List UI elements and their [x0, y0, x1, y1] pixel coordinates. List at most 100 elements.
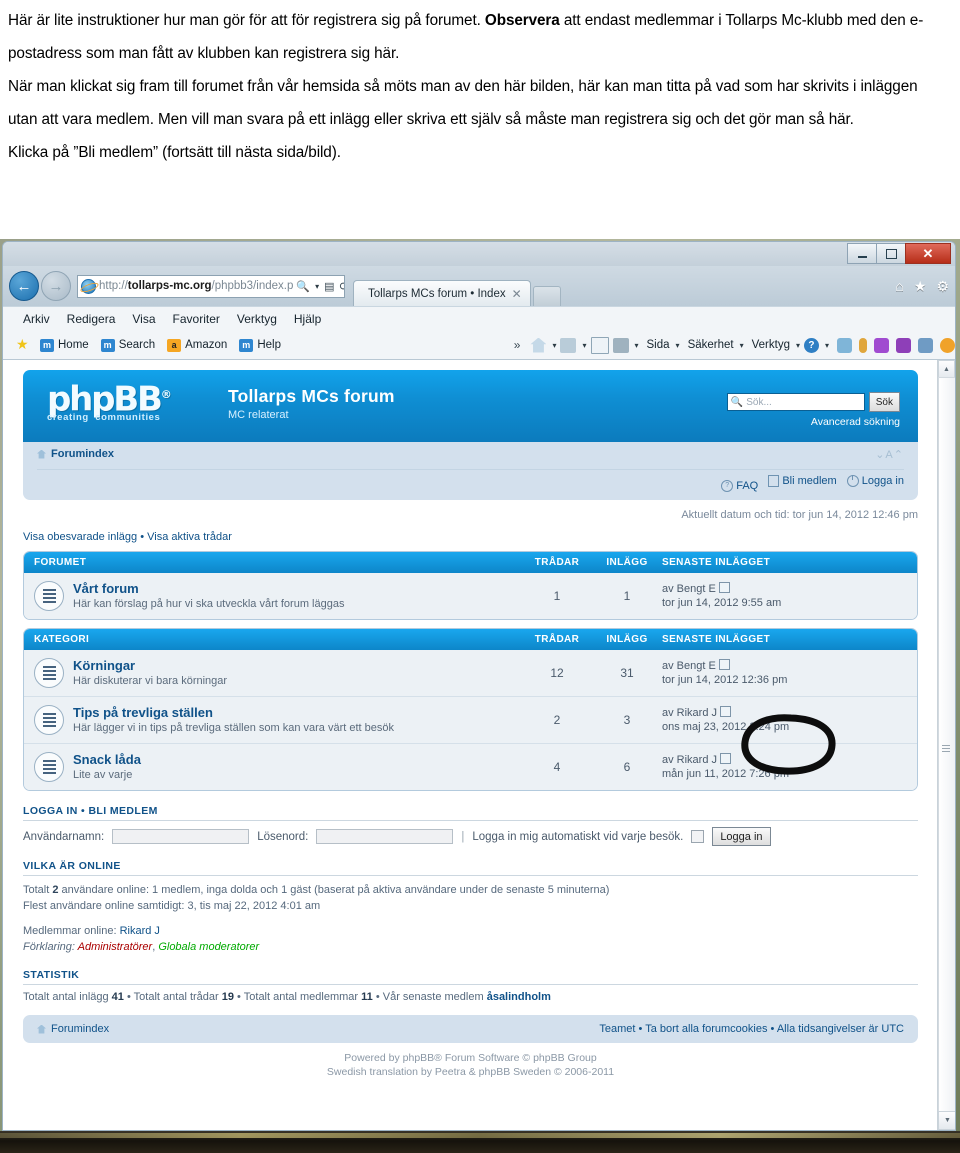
chevron-down-icon[interactable]: ▾ — [582, 341, 586, 350]
quick-sep: • — [137, 531, 148, 543]
page-scrollbar[interactable]: ▲ ▼ — [937, 360, 955, 1130]
footer-link-delete-cookies[interactable]: Ta bort alla forumcookies — [645, 1023, 767, 1035]
addon-people-icon[interactable] — [837, 337, 852, 353]
onenote-icon[interactable] — [896, 337, 911, 353]
cmd-sakerhet[interactable]: Säkerhet ▾ — [684, 339, 744, 351]
minimize-button[interactable] — [847, 243, 877, 264]
forum-name[interactable]: Snack låda — [73, 752, 522, 767]
chevron-down-icon[interactable]: ▾ — [676, 341, 680, 350]
cmd-mail[interactable] — [590, 336, 609, 354]
online-member-name[interactable]: Rikard J — [120, 925, 160, 937]
advanced-search-link[interactable]: Avancerad sökning — [710, 416, 900, 428]
back-button[interactable]: ← — [9, 271, 39, 301]
address-bar[interactable]: http://tollarps-mc.org/phpbb3/index.p 🔍 … — [77, 274, 345, 298]
forum-name[interactable]: Körningar — [73, 658, 522, 673]
footer-breadcrumb[interactable]: Forumindex — [51, 1023, 109, 1035]
menu-item-hjalp[interactable]: Hjälp — [294, 312, 321, 326]
favorites-star-icon[interactable]: ★ — [914, 278, 927, 295]
cmd-home[interactable]: ▾ — [530, 337, 556, 353]
newest-member-link[interactable]: åsalindholm — [487, 991, 551, 1003]
link-active-topics[interactable]: Visa aktiva trådar — [147, 531, 232, 543]
goto-last-post-icon[interactable] — [718, 659, 730, 670]
add-favorite-icon[interactable]: ★ — [16, 337, 31, 352]
search-icon[interactable]: 🔍 — [296, 280, 310, 293]
favorite-search[interactable]: m Search — [100, 338, 155, 352]
goto-last-post-icon[interactable] — [718, 582, 730, 593]
favorite-help[interactable]: m Help — [239, 338, 281, 352]
copyright-line-1: Powered by phpBB® Forum Software © phpBB… — [344, 1052, 597, 1064]
forum-name[interactable]: Vårt forum — [73, 581, 522, 596]
chevron-down-icon[interactable]: ▾ — [552, 341, 556, 350]
password-input[interactable] — [316, 829, 454, 844]
table-row[interactable]: Tips på trevliga ställen Här lägger vi i… — [24, 697, 917, 744]
text-run: När man klickat sig fram till forumet fr… — [8, 78, 918, 128]
font-resize-control[interactable]: ⌄A⌃ — [875, 448, 904, 461]
last-post-author[interactable]: av Bengt E — [662, 583, 716, 595]
col-header-last: SENASTE INLÄGGET — [662, 557, 771, 568]
link-unanswered-posts[interactable]: Visa obesvarade inlägg — [23, 531, 137, 543]
menu-item-redigera[interactable]: Redigera — [67, 312, 116, 326]
browser-tab[interactable]: Tollarps MCs forum • Index ✕ — [353, 280, 531, 306]
table-row[interactable]: Vårt forum Här kan förslag på hur vi ska… — [24, 573, 917, 619]
overflow-chevron-icon[interactable]: » — [514, 338, 521, 352]
restore-button[interactable] — [876, 243, 906, 264]
last-post-author[interactable]: av Rikard J — [662, 707, 717, 719]
close-icon[interactable]: ✕ — [512, 287, 522, 301]
addon-tool-icon[interactable] — [918, 337, 933, 353]
onenote-send-icon[interactable] — [874, 337, 889, 353]
chevron-down-icon[interactable]: ▾ — [635, 341, 639, 350]
menu-item-favoriter[interactable]: Favoriter — [173, 312, 220, 326]
favorite-amazon[interactable]: a Amazon — [167, 338, 227, 352]
login-button[interactable]: Logga in — [712, 827, 771, 846]
forum-name[interactable]: Tips på trevliga ställen — [73, 705, 522, 720]
goto-last-post-icon[interactable] — [720, 753, 732, 764]
cmd-help[interactable]: ? ▾ — [803, 337, 829, 353]
addon-key-icon[interactable] — [859, 337, 867, 353]
instruction-text: Här är lite instruktioner hur man gör fö… — [0, 0, 960, 169]
home-icon[interactable]: ⌂ — [895, 278, 903, 294]
autologin-checkbox[interactable] — [691, 830, 705, 843]
menu-item-arkiv[interactable]: Arkiv — [23, 312, 50, 326]
cmd-sida[interactable]: Sida ▾ — [643, 339, 680, 351]
table-row[interactable]: Snack låda Lite av varje 4 6 av Rikard J… — [24, 744, 917, 790]
chevron-down-icon[interactable]: ▾ — [740, 341, 744, 350]
favorite-home[interactable]: m Home — [40, 338, 89, 352]
chevron-down-icon[interactable]: ▾ — [796, 341, 800, 350]
login-heading: LOGGA IN • BLI MEDLEM — [23, 805, 918, 817]
last-post-author[interactable]: av Bengt E — [662, 660, 716, 672]
heading-register[interactable]: BLI MEDLEM — [88, 805, 157, 817]
compat-view-icon[interactable]: ▤ — [324, 280, 334, 293]
goto-last-post-icon[interactable] — [720, 706, 732, 717]
nav-link-login[interactable]: Logga in — [846, 475, 904, 487]
chevron-down-icon[interactable]: ▾ — [315, 282, 319, 291]
phpbb-page: phpBB® creating communities Tollarps MCs… — [3, 360, 938, 1130]
scroll-down-arrow[interactable]: ▼ — [938, 1111, 955, 1130]
addon-ball-icon[interactable] — [940, 337, 955, 353]
legend-global-moderators[interactable]: Globala moderatorer — [158, 941, 259, 953]
heading-login[interactable]: LOGGA IN — [23, 805, 78, 817]
menu-item-visa[interactable]: Visa — [132, 312, 155, 326]
phpbb-logo[interactable]: phpBB® creating communities — [47, 378, 217, 423]
close-button[interactable]: ✕ — [905, 243, 951, 264]
mail-icon — [590, 336, 609, 354]
settings-gear-icon[interactable]: ⚙ — [936, 278, 949, 295]
footer-link-team[interactable]: Teamet — [599, 1023, 635, 1035]
cmd-feeds[interactable]: ▾ — [560, 337, 587, 353]
chevron-down-icon[interactable]: ▾ — [825, 341, 829, 350]
last-post-author[interactable]: av Rikard J — [662, 754, 717, 766]
new-tab-button[interactable] — [532, 286, 561, 306]
cmd-print[interactable]: ▾ — [612, 337, 639, 353]
cmd-verktyg[interactable]: Verktyg ▾ — [748, 339, 800, 351]
table-row[interactable]: Körningar Här diskuterar vi bara körning… — [24, 650, 917, 697]
search-input[interactable]: 🔍 Sök... — [726, 393, 865, 411]
col-header-posts: INLÄGG — [606, 557, 648, 568]
search-button[interactable]: Sök — [868, 392, 900, 412]
breadcrumb[interactable]: Forumindex — [37, 448, 904, 460]
forward-button[interactable]: → — [41, 271, 71, 301]
menu-item-verktyg[interactable]: Verktyg — [237, 312, 277, 326]
legend-administrators[interactable]: Administratörer — [78, 941, 153, 953]
refresh-icon[interactable]: ⟳ — [339, 280, 344, 293]
username-input[interactable] — [112, 829, 250, 844]
nav-link-faq[interactable]: ? FAQ — [721, 480, 758, 492]
nav-link-register[interactable]: Bli medlem — [768, 475, 837, 487]
